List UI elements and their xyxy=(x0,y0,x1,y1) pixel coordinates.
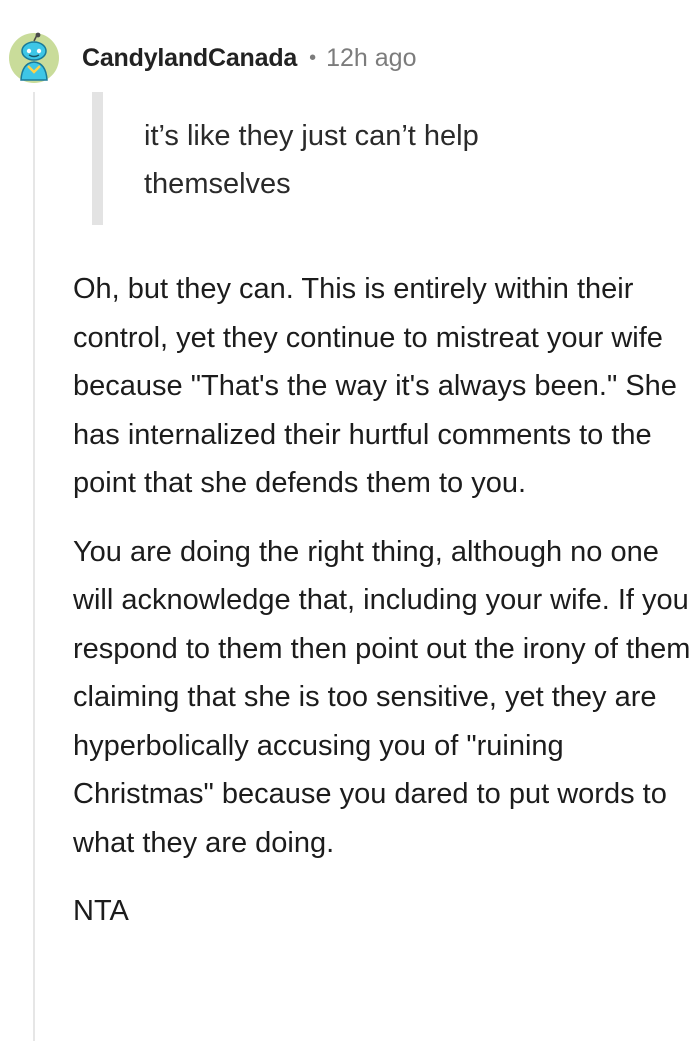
comment-body: Oh, but they can. This is entirely withi… xyxy=(73,265,693,956)
meta-separator: • xyxy=(309,46,317,69)
thread-line[interactable] xyxy=(33,92,35,1041)
quote-bar xyxy=(92,92,103,225)
quote-text: it’s like they just can’t help themselve… xyxy=(144,120,479,200)
comment-paragraph: NTA xyxy=(73,895,129,927)
comment-paragraph: You are doing the right thing, although … xyxy=(73,535,691,859)
username-link[interactable]: CandylandCanada xyxy=(82,44,297,73)
comment-header: CandylandCanada • 12h ago xyxy=(8,30,417,86)
comment-paragraph: Oh, but they can. This is entirely withi… xyxy=(73,273,677,499)
blockquote: it’s like they just can’t help themselve… xyxy=(92,92,652,225)
timestamp: 12h ago xyxy=(326,43,417,72)
snoo-avatar-icon[interactable] xyxy=(8,32,60,84)
